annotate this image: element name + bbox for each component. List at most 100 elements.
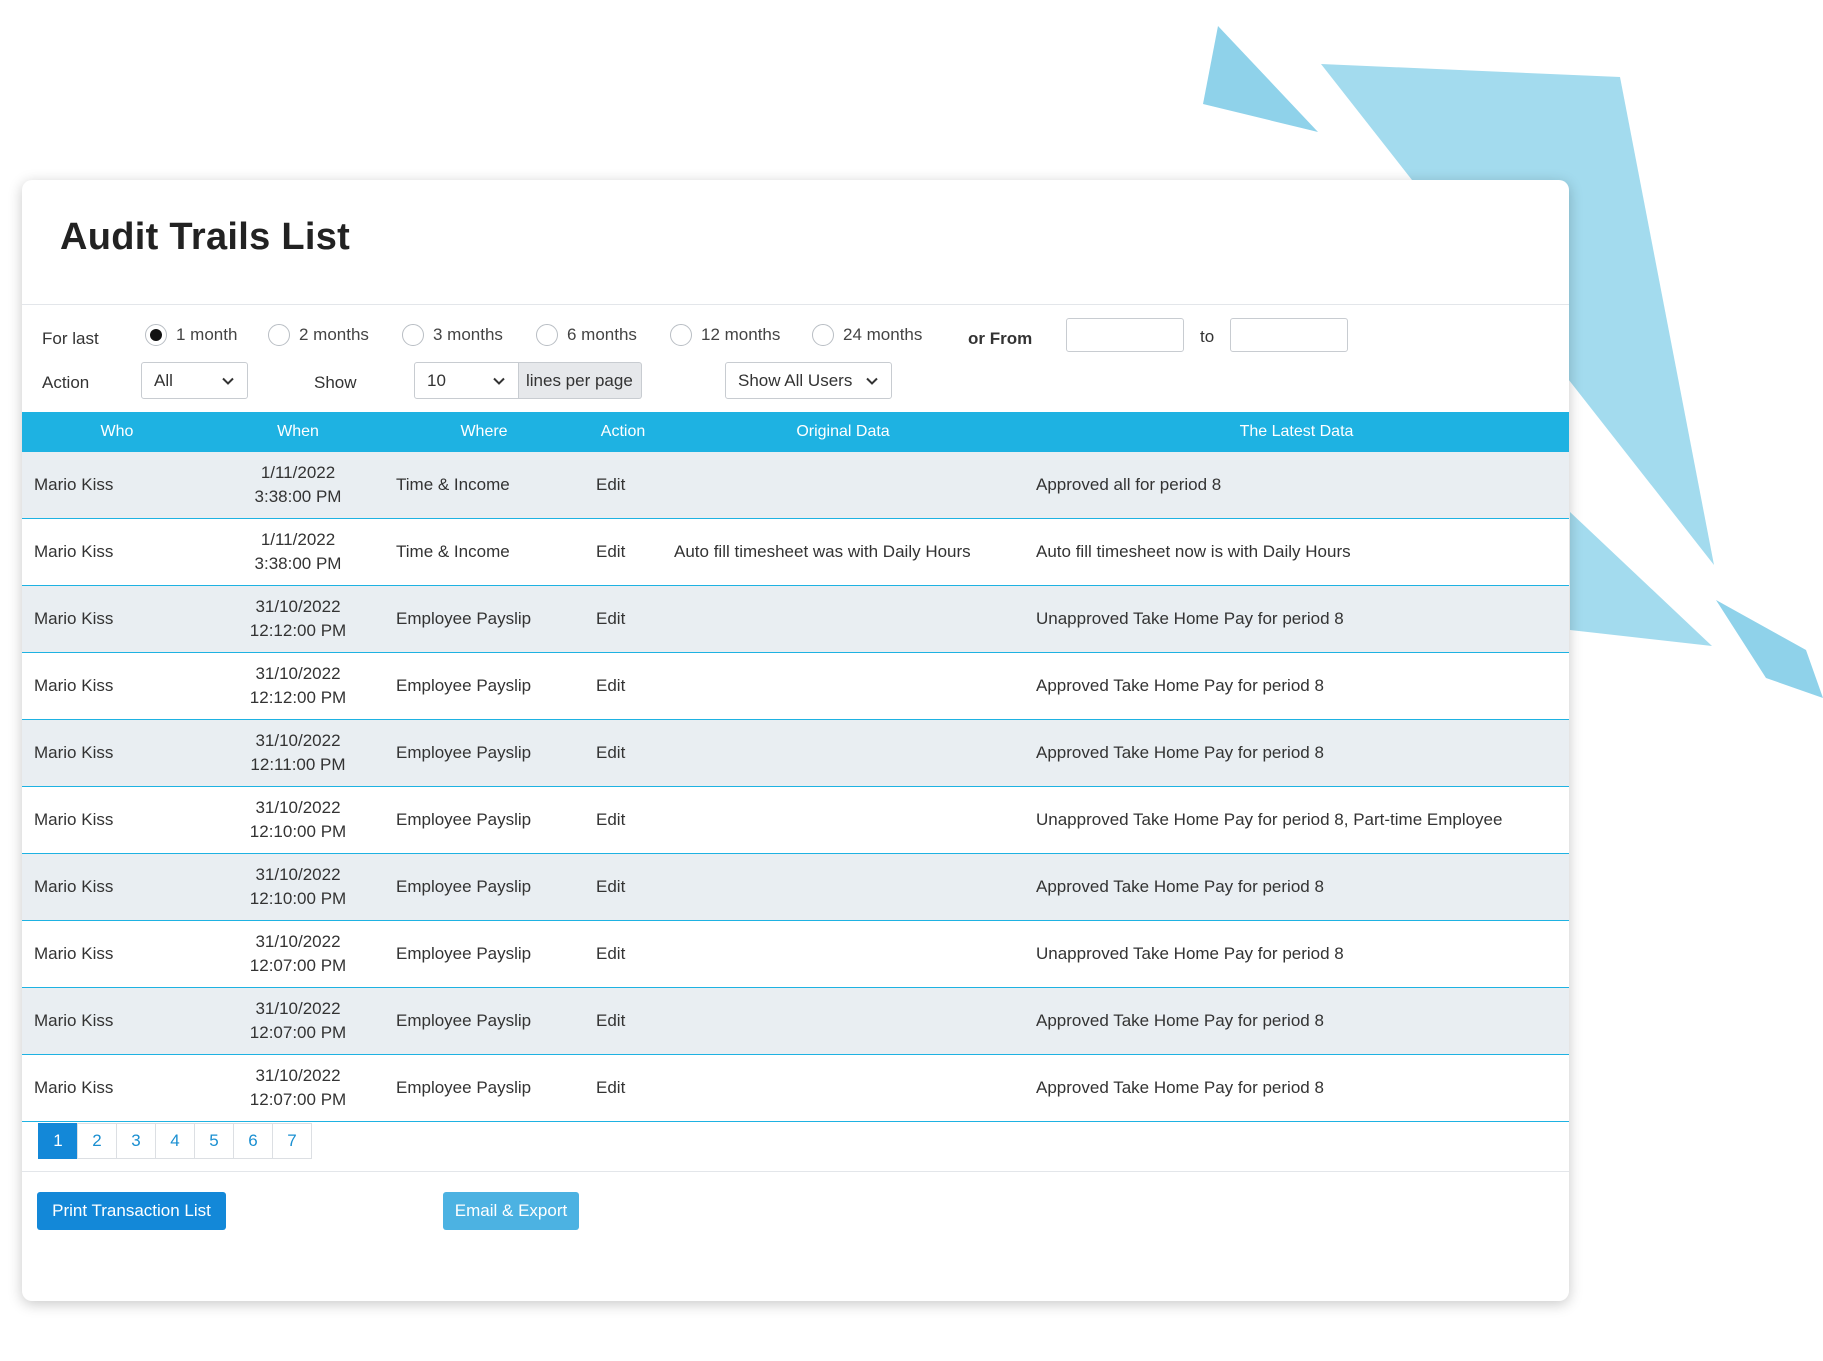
show-label: Show (314, 373, 357, 392)
radio-dot (150, 329, 162, 341)
column-header: Who (22, 412, 212, 452)
latest-data-cell: Approved Take Home Pay for period 8 (1024, 719, 1569, 787)
action-cell: Edit (584, 920, 662, 988)
period-option-label: 6 months (567, 325, 637, 344)
when-time: 12:12:00 PM (249, 688, 347, 707)
period-option-label: 2 months (299, 325, 369, 344)
chevron-down-icon (493, 377, 505, 385)
action-cell: Edit (584, 786, 662, 854)
when-time: 12:11:00 PM (250, 755, 346, 774)
period-option-label: 24 months (843, 325, 923, 344)
where-cell: Time & Income (384, 452, 584, 519)
period-option-label: 3 months (433, 325, 503, 344)
when-date: 1/11/2022 (260, 463, 336, 482)
action-cell: Edit (584, 1054, 662, 1122)
latest-data-cell: Approved Take Home Pay for period 8 (1024, 1054, 1569, 1122)
original-data-cell (662, 1054, 1024, 1122)
page-link[interactable]: 4 (155, 1123, 195, 1159)
period-option[interactable]: 24 months (812, 320, 922, 350)
where-cell: Employee Payslip (384, 719, 584, 787)
lines-per-page-select[interactable]: 10 (414, 362, 519, 399)
where-cell: Employee Payslip (384, 853, 584, 921)
latest-data-cell: Approved all for period 8 (1024, 452, 1569, 519)
when-time: 12:10:00 PM (249, 889, 347, 908)
original-data-cell: Auto fill timesheet was with Daily Hours (662, 518, 1024, 586)
when-date: 31/10/2022 (255, 798, 341, 817)
for-last-label: For last (42, 329, 99, 348)
table-row: Mario Kiss 31/10/2022 12:07:00 PM Employee … (22, 987, 1569, 1055)
table-row: Mario Kiss 31/10/2022 12:12:00 PM Employee … (22, 652, 1569, 720)
who-cell: Mario Kiss (22, 1054, 212, 1122)
deco-shard-4 (1716, 600, 1823, 698)
radio-button[interactable] (145, 324, 167, 346)
radio-button[interactable] (402, 324, 424, 346)
latest-data-cell: Auto fill timesheet now is with Daily Ho… (1024, 518, 1569, 586)
table-row: Mario Kiss 31/10/2022 12:07:00 PM Employee … (22, 920, 1569, 988)
table-row: Mario Kiss 31/10/2022 12:11:00 PM Employee … (22, 719, 1569, 787)
action-cell: Edit (584, 719, 662, 787)
radio-button[interactable] (670, 324, 692, 346)
period-option-label: 12 months (701, 325, 781, 344)
original-data-cell (662, 585, 1024, 653)
period-option[interactable]: 3 months (402, 320, 503, 350)
period-option[interactable]: 6 months (536, 320, 637, 350)
page-link[interactable]: 2 (77, 1123, 117, 1159)
when-cell: 31/10/2022 12:12:00 PM (212, 585, 384, 653)
where-cell: Employee Payslip (384, 585, 584, 653)
when-time: 3:38:00 PM (254, 487, 342, 506)
column-header: The Latest Data (1024, 412, 1569, 452)
lines-per-page-suffix: lines per page (519, 362, 642, 399)
period-option[interactable]: 12 months (670, 320, 780, 350)
page-link[interactable]: 5 (194, 1123, 234, 1159)
page-link[interactable]: 1 (38, 1123, 78, 1159)
table-body: Mario Kiss 1/11/2022 3:38:00 PM Time & Inco… (22, 452, 1569, 1122)
where-cell: Employee Payslip (384, 786, 584, 854)
radio-button[interactable] (268, 324, 290, 346)
when-cell: 31/10/2022 12:07:00 PM (212, 920, 384, 988)
period-option[interactable]: 1 month (145, 320, 237, 350)
who-cell: Mario Kiss (22, 719, 212, 787)
pagination: 1234567 (38, 1123, 312, 1159)
or-from-label: or From (968, 329, 1033, 348)
period-option[interactable]: 2 months (268, 320, 369, 350)
latest-data-cell: Approved Take Home Pay for period 8 (1024, 853, 1569, 921)
email-export-button[interactable]: Email & Export (443, 1192, 579, 1230)
when-time: 12:07:00 PM (249, 956, 347, 975)
radio-button[interactable] (812, 324, 834, 346)
who-cell: Mario Kiss (22, 786, 212, 854)
to-date-input[interactable] (1230, 318, 1348, 352)
original-data-cell (662, 452, 1024, 519)
table-row: Mario Kiss 31/10/2022 12:07:00 PM Employee … (22, 1054, 1569, 1122)
when-date: 31/10/2022 (255, 999, 341, 1018)
when-cell: 31/10/2022 12:12:00 PM (212, 652, 384, 720)
original-data-cell (662, 786, 1024, 854)
table-row: Mario Kiss 1/11/2022 3:38:00 PM Time & Inco… (22, 452, 1569, 519)
pagination-divider (22, 1171, 1569, 1172)
users-filter-select[interactable]: Show All Users (725, 362, 892, 399)
audit-table: Who When Where Action Original Data The Lates… (22, 412, 1569, 1122)
latest-data-cell: Unapproved Take Home Pay for period 8 (1024, 585, 1569, 653)
radio-button[interactable] (536, 324, 558, 346)
from-date-input[interactable] (1066, 318, 1184, 352)
table-row: Mario Kiss 1/11/2022 3:38:00 PM Time & Inco… (22, 518, 1569, 586)
page-link[interactable]: 6 (233, 1123, 273, 1159)
where-cell: Employee Payslip (384, 987, 584, 1055)
page-link[interactable]: 7 (272, 1123, 312, 1159)
action-cell: Edit (584, 853, 662, 921)
table-row: Mario Kiss 31/10/2022 12:12:00 PM Employee … (22, 585, 1569, 653)
action-select[interactable]: All (141, 362, 248, 399)
table-header-row: Who When Where Action Original Data The Lates… (22, 412, 1569, 452)
when-date: 1/11/2022 (260, 530, 336, 549)
original-data-cell (662, 920, 1024, 988)
who-cell: Mario Kiss (22, 853, 212, 921)
when-cell: 31/10/2022 12:11:00 PM (212, 719, 384, 787)
when-time: 12:07:00 PM (249, 1023, 347, 1042)
who-cell: Mario Kiss (22, 452, 212, 519)
page-link[interactable]: 3 (116, 1123, 156, 1159)
where-cell: Employee Payslip (384, 1054, 584, 1122)
action-select-value: All (154, 370, 173, 390)
table-row: Mario Kiss 31/10/2022 12:10:00 PM Employee … (22, 853, 1569, 921)
print-transaction-list-button[interactable]: Print Transaction List (37, 1192, 226, 1230)
when-cell: 31/10/2022 12:07:00 PM (212, 1054, 384, 1122)
table-row: Mario Kiss 31/10/2022 12:10:00 PM Employee … (22, 786, 1569, 854)
